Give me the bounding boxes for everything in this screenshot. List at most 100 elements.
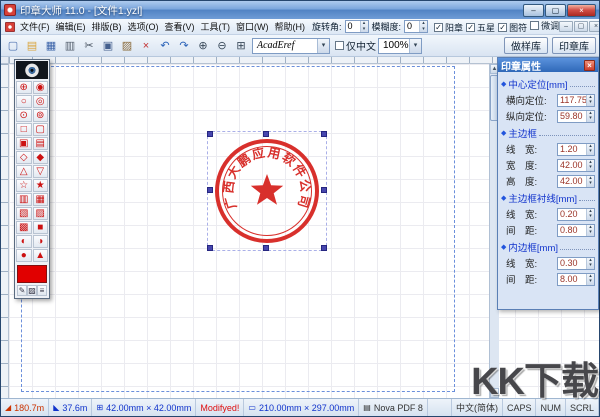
value-spinner[interactable]: ▴▾ xyxy=(586,176,594,187)
value-spinner[interactable]: ▴▾ xyxy=(586,258,594,269)
round-seal-tool[interactable]: ◉ xyxy=(33,81,49,94)
sample-library-button[interactable]: 做样库 xyxy=(504,37,548,54)
property-value-field[interactable]: 59.80▴▾ xyxy=(557,110,595,123)
mdi-close-button[interactable]: × xyxy=(589,21,599,32)
rounded-square-tool[interactable]: ▢ xyxy=(33,123,49,136)
property-value-field[interactable]: 0.80▴▾ xyxy=(557,224,595,237)
checkbox-box[interactable] xyxy=(335,41,344,50)
selection-handle-bottom-left[interactable] xyxy=(207,245,213,251)
rotate-angle-spinner[interactable]: ▴ ▾ xyxy=(360,21,368,32)
title-bar[interactable]: 印章大师 11.0 - [文件1.yzl] – ▢ × xyxy=(1,1,599,19)
crosshair-tool[interactable]: ⊕ xyxy=(16,81,32,94)
seal-library-button[interactable]: 印章库 xyxy=(552,37,596,54)
property-value-field[interactable]: 0.20▴▾ xyxy=(557,208,595,221)
selection-handle-top-left[interactable] xyxy=(207,131,213,137)
selection-handle-top-center[interactable] xyxy=(263,131,269,137)
menu-item[interactable]: 排版(B) xyxy=(89,19,125,34)
selection-handle-bottom-center[interactable] xyxy=(263,245,269,251)
menu-item[interactable]: 窗口(W) xyxy=(233,19,272,34)
dot-circle-tool[interactable]: ⊙ xyxy=(16,109,32,122)
property-value-field[interactable]: 42.00▴▾ xyxy=(557,175,595,188)
option-checkbox[interactable]: ✓阳章 xyxy=(434,21,463,34)
pencil-icon[interactable]: ✎ xyxy=(17,285,27,296)
minimize-button[interactable]: – xyxy=(523,4,544,17)
selection-handle-middle-left[interactable] xyxy=(207,187,213,193)
selection-handle-middle-right[interactable] xyxy=(321,187,327,193)
property-value-field[interactable]: 1.20▴▾ xyxy=(557,143,595,156)
font-selector[interactable]: AcadEref ▾ xyxy=(252,38,330,54)
maximize-button[interactable]: ▢ xyxy=(545,4,566,17)
checkbox-box[interactable] xyxy=(530,21,539,30)
spinner-down-button[interactable]: ▾ xyxy=(587,181,594,187)
property-value-field[interactable]: 8.00▴▾ xyxy=(557,273,595,286)
triangle-tool[interactable]: △ xyxy=(16,165,32,178)
spinner-down-button[interactable]: ▾ xyxy=(361,27,368,33)
value-spinner[interactable]: ▴▾ xyxy=(586,111,594,122)
grid-icon[interactable]: ⊞ xyxy=(232,37,250,55)
spinner-down-button[interactable]: ▾ xyxy=(587,214,594,220)
copy-icon[interactable]: ▣ xyxy=(99,37,117,55)
zoom-out-icon[interactable]: ⊖ xyxy=(213,37,231,55)
print-icon[interactable]: ▥ xyxy=(61,37,79,55)
option-checkbox[interactable]: 微调 xyxy=(530,19,559,32)
zoom-selector[interactable]: 100% ▾ xyxy=(378,38,422,54)
redo-icon[interactable]: ↷ xyxy=(175,37,193,55)
chevron-down-icon[interactable]: ▾ xyxy=(317,39,329,53)
solid-triangle-tool[interactable]: ▲ xyxy=(33,249,49,262)
half-circle-right-tool[interactable]: ◑ xyxy=(33,235,49,248)
spinner-down-button[interactable]: ▾ xyxy=(587,263,594,269)
new-file-icon[interactable]: ▢ xyxy=(4,37,22,55)
current-color-swatch[interactable] xyxy=(17,265,47,283)
solid-circle-tool[interactable]: ● xyxy=(16,249,32,262)
double-circle-tool[interactable]: ◎ xyxy=(33,95,49,108)
blur-input[interactable]: 0 ▴ ▾ xyxy=(404,20,428,33)
value-spinner[interactable]: ▴▾ xyxy=(586,160,594,171)
half-circle-left-tool[interactable]: ◐ xyxy=(16,235,32,248)
selection-handle-bottom-right[interactable] xyxy=(321,245,327,251)
checkbox-box[interactable]: ✓ xyxy=(466,23,475,32)
lined-square-tool[interactable]: ▤ xyxy=(33,137,49,150)
menu-item[interactable]: 编辑(E) xyxy=(53,19,89,34)
options-icon[interactable]: ≡ xyxy=(37,285,47,296)
spinner-down-button[interactable]: ▾ xyxy=(587,279,594,285)
checkbox-box[interactable]: ✓ xyxy=(434,23,443,32)
close-button[interactable]: × xyxy=(567,4,596,17)
option-checkbox[interactable]: ✓五星 xyxy=(466,21,495,34)
star-tool[interactable]: ★ xyxy=(33,179,49,192)
spinner-down-button[interactable]: ▾ xyxy=(587,165,594,171)
menu-item[interactable]: 工具(T) xyxy=(198,19,234,34)
menu-item[interactable]: 文件(F) xyxy=(17,19,53,34)
value-spinner[interactable]: ▴▾ xyxy=(586,95,594,106)
selection-handle-top-right[interactable] xyxy=(321,131,327,137)
checkbox-box[interactable]: ✓ xyxy=(498,23,507,32)
undo-icon[interactable]: ↶ xyxy=(156,37,174,55)
value-spinner[interactable]: ▴▾ xyxy=(586,225,594,236)
property-value-field[interactable]: 0.30▴▾ xyxy=(557,257,595,270)
mdi-restore-button[interactable]: ▢ xyxy=(574,21,588,32)
close-icon[interactable]: × xyxy=(584,60,595,71)
delete-icon[interactable]: × xyxy=(137,37,155,55)
circle-tool[interactable]: ○ xyxy=(16,95,32,108)
grid-fill-tool[interactable]: ▦ xyxy=(33,193,49,206)
open-folder-icon[interactable]: ▤ xyxy=(23,37,41,55)
menu-item[interactable]: 帮助(H) xyxy=(272,19,309,34)
save-icon[interactable]: ▦ xyxy=(42,37,60,55)
diamond-tool[interactable]: ◇ xyxy=(16,151,32,164)
spinner-down-button[interactable]: ▾ xyxy=(587,100,594,106)
solid-square-seal-tool[interactable]: ■ xyxy=(33,221,49,234)
square-tool[interactable]: □ xyxy=(16,123,32,136)
menu-item[interactable]: 查看(V) xyxy=(162,19,198,34)
solid-diamond-tool[interactable]: ◆ xyxy=(33,151,49,164)
mdi-minimize-button[interactable]: – xyxy=(559,21,573,32)
filled-square-tool[interactable]: ▣ xyxy=(16,137,32,150)
menu-item[interactable]: 选项(O) xyxy=(125,19,162,34)
property-value-field[interactable]: 117.75▴▾ xyxy=(557,94,595,107)
cut-icon[interactable]: ✂ xyxy=(80,37,98,55)
crosshatch-tool[interactable]: ▩ xyxy=(16,221,32,234)
fill-pattern-icon[interactable]: ▨ xyxy=(27,285,37,296)
hatch-tool[interactable]: ▧ xyxy=(16,207,32,220)
back-hatch-tool[interactable]: ▨ xyxy=(33,207,49,220)
chevron-down-icon[interactable]: ▾ xyxy=(409,39,421,53)
spinner-down-button[interactable]: ▾ xyxy=(420,27,427,33)
value-spinner[interactable]: ▴▾ xyxy=(586,209,594,220)
